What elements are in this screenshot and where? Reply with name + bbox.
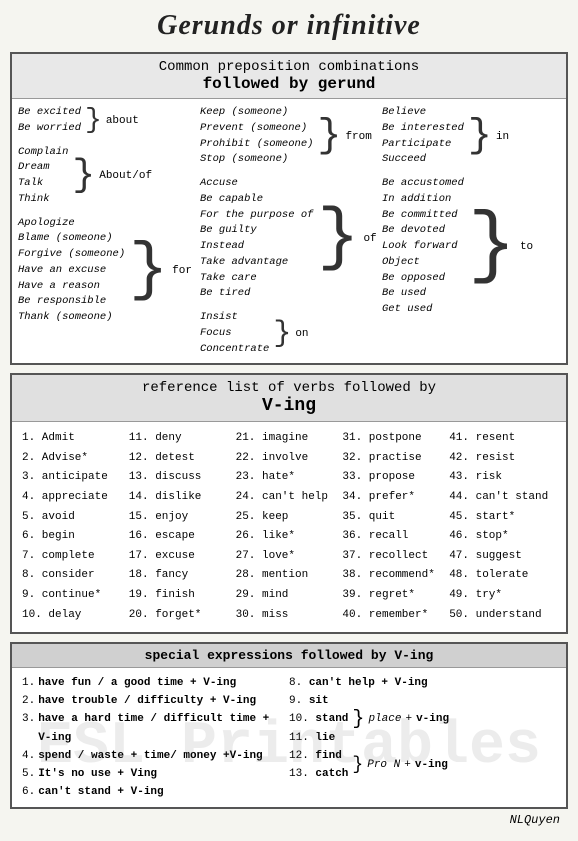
list-item: 2. Advise* <box>22 450 129 468</box>
place-group: 9. sit 10. stand 11. lie } place + v-ing <box>289 692 556 746</box>
list-item: 22. involve <box>236 450 343 468</box>
list-item: 21. imagine <box>236 430 343 448</box>
special-header: special expressions followed by V-ing <box>12 644 566 668</box>
list-item: 49. try* <box>449 587 556 605</box>
list-item: 13. discuss <box>129 469 236 487</box>
list-item: 30. miss <box>236 607 343 625</box>
prep-group-aboutof: Complain Dream Talk Think } About/of <box>18 145 196 208</box>
prep-col-2: Keep (someone) Prevent (someone) Prohibi… <box>200 105 378 357</box>
list-item: 4. appreciate <box>22 489 129 507</box>
prep-section: Common preposition combinations followed… <box>10 52 568 365</box>
prep-col-3: Believe Be interested Participate Succee… <box>382 105 560 357</box>
list-item: 40. remember* <box>342 607 449 625</box>
list-item: 50. understand <box>449 607 556 625</box>
list-item: 37. recollect <box>342 548 449 566</box>
list-item: 6. can't stand + V-ing <box>22 783 289 801</box>
list-item: 20. forget* <box>129 607 236 625</box>
list-item: 4. spend / waste + time/ money +V-ing <box>22 747 289 765</box>
list-item: 27. love* <box>236 548 343 566</box>
pro-group: 12. find 13. catch } Pro N + v-ing <box>289 747 556 783</box>
list-item: 1. Admit <box>22 430 129 448</box>
list-item: 28. mention <box>236 567 343 585</box>
list-item: 17. excuse <box>129 548 236 566</box>
prep-group-for: Apologize Blame (someone) Forgive (someo… <box>18 216 196 326</box>
list-item: 43. risk <box>449 469 556 487</box>
list-item: 42. resist <box>449 450 556 468</box>
list-item: 8. consider <box>22 567 129 585</box>
prep-group-on: Insist Focus Concentrate } on <box>200 310 378 357</box>
page-title: Gerunds or infinitive <box>10 10 568 42</box>
list-item: 34. prefer* <box>342 489 449 507</box>
special-left: 1. have fun / a good time + V-ing 2. hav… <box>22 674 289 801</box>
list-item: 41. resent <box>449 430 556 448</box>
list-item: 5. It's no use + Ving <box>22 765 289 783</box>
list-item: 14. dislike <box>129 489 236 507</box>
list-item: 44. can't stand <box>449 489 556 507</box>
prep-header: Common preposition combinations followed… <box>12 54 566 99</box>
list-item: 48. tolerate <box>449 567 556 585</box>
list-item: 5. avoid <box>22 509 129 527</box>
list-item: 3. have a hard time / difficult time + V… <box>22 710 289 746</box>
list-item: 8. can't help + V-ing <box>289 674 556 692</box>
list-item: 33. propose <box>342 469 449 487</box>
list-item: 1. have fun / a good time + V-ing <box>22 674 289 692</box>
list-item: 46. stop* <box>449 528 556 546</box>
list-item: 16. escape <box>129 528 236 546</box>
list-item: 45. start* <box>449 509 556 527</box>
list-item: 26. like* <box>236 528 343 546</box>
list-item: 38. recommend* <box>342 567 449 585</box>
list-item: 36. recall <box>342 528 449 546</box>
list-item: 2. have trouble / difficulty + V-ing <box>22 692 289 710</box>
ref-section: reference list of verbs followed by V-in… <box>10 373 568 634</box>
list-item: 18. fancy <box>129 567 236 585</box>
list-item: 23. hate* <box>236 469 343 487</box>
prep-group-about: Be excited Be worried } about <box>18 105 196 137</box>
list-item: 39. regret* <box>342 587 449 605</box>
list-item: 15. enjoy <box>129 509 236 527</box>
author: NLQuyen <box>10 809 568 831</box>
list-item: 25. keep <box>236 509 343 527</box>
prep-group-to: Be accustomed In addition Be committed B… <box>382 176 560 318</box>
list-item: 19. finish <box>129 587 236 605</box>
list-item: 6. begin <box>22 528 129 546</box>
list-item: 29. mind <box>236 587 343 605</box>
special-section: special expressions followed by V-ing 1.… <box>10 642 568 809</box>
list-item: 11. deny <box>129 430 236 448</box>
list-item: 10. delay <box>22 607 129 625</box>
prep-group-of: Accuse Be capable For the purpose of Be … <box>200 176 378 302</box>
list-item: 47. suggest <box>449 548 556 566</box>
list-item: 35. quit <box>342 509 449 527</box>
list-item: 9. continue* <box>22 587 129 605</box>
prep-group-from: Keep (someone) Prevent (someone) Prohibi… <box>200 105 378 168</box>
prep-group-in: Believe Be interested Participate Succee… <box>382 105 560 168</box>
list-item: 31. postpone <box>342 430 449 448</box>
list-item: 7. complete <box>22 548 129 566</box>
ref-header: reference list of verbs followed by V-in… <box>12 375 566 422</box>
special-body: 1. have fun / a good time + V-ing 2. hav… <box>12 668 566 807</box>
list-item: 24. can't help <box>236 489 343 507</box>
list-item: 12. detest <box>129 450 236 468</box>
list-item: 3. anticipate <box>22 469 129 487</box>
special-right: 8. can't help + V-ing 9. sit 10. stand 1… <box>289 674 556 801</box>
prep-grid: Be excited Be worried } about Complain D… <box>12 99 566 363</box>
list-item: 32. practise <box>342 450 449 468</box>
prep-col-1: Be excited Be worried } about Complain D… <box>18 105 196 357</box>
verb-list: 1. Admit11. deny21. imagine31. postpone4… <box>12 422 566 632</box>
